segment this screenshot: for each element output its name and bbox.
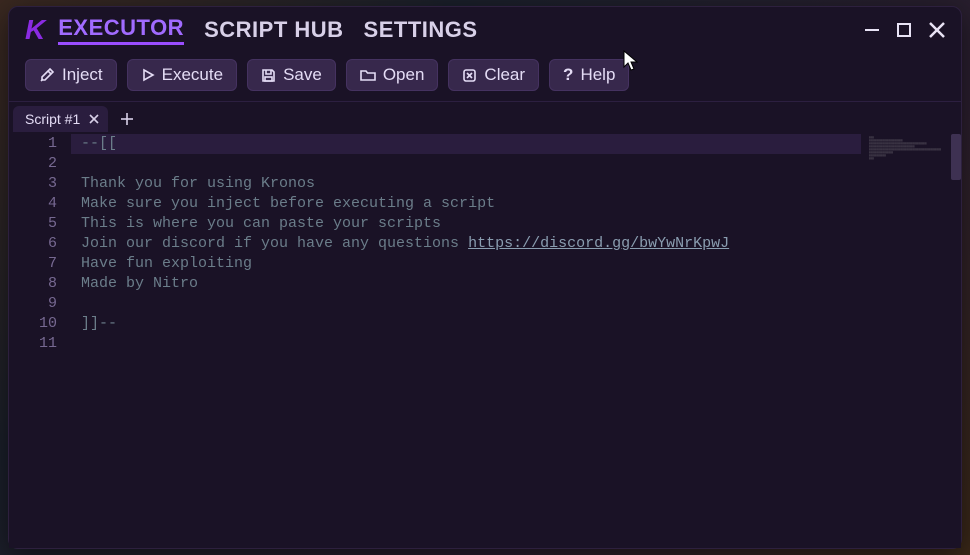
app-logo: K — [25, 14, 44, 46]
line-number: 2 — [9, 154, 57, 174]
code-line: Join our discord if you have any questio… — [71, 234, 961, 254]
tab-label: Script #1 — [25, 111, 80, 127]
execute-label: Execute — [162, 65, 223, 85]
plus-icon — [120, 112, 134, 126]
line-number: 4 — [9, 194, 57, 214]
discord-link[interactable]: https://discord.gg/bwYwNrKpwJ — [468, 235, 729, 252]
code-line: Make sure you inject before executing a … — [71, 194, 961, 214]
title-bar: K EXECUTOR SCRIPT HUB SETTINGS — [9, 7, 961, 53]
code-line — [71, 334, 961, 354]
window-controls — [863, 20, 947, 40]
save-label: Save — [283, 65, 322, 85]
code-line: Thank you for using Kronos — [71, 174, 961, 194]
save-button[interactable]: Save — [247, 59, 336, 91]
code-area[interactable]: --[[ Thank you for using Kronos Make sur… — [71, 134, 961, 548]
help-label: Help — [580, 65, 615, 85]
open-button[interactable]: Open — [346, 59, 439, 91]
clear-button[interactable]: Clear — [448, 59, 539, 91]
line-number: 11 — [9, 334, 57, 354]
help-button[interactable]: ? Help — [549, 59, 629, 91]
line-number: 9 — [9, 294, 57, 314]
play-icon — [141, 68, 155, 82]
maximize-icon — [895, 21, 913, 39]
app-window: K EXECUTOR SCRIPT HUB SETTINGS Inject Ex… — [8, 6, 962, 549]
line-number: 8 — [9, 274, 57, 294]
new-tab-button[interactable] — [112, 108, 142, 130]
line-gutter: 1 2 3 4 5 6 7 8 9 10 11 — [9, 134, 71, 548]
code-line: ]]-- — [71, 314, 961, 334]
nav-settings[interactable]: SETTINGS — [364, 17, 478, 43]
maximize-button[interactable] — [895, 21, 913, 39]
script-tabs: Script #1 — [9, 102, 961, 132]
line-number: 7 — [9, 254, 57, 274]
nav-script-hub[interactable]: SCRIPT HUB — [204, 17, 343, 43]
clear-icon — [462, 68, 477, 83]
nav-executor[interactable]: EXECUTOR — [58, 15, 184, 45]
code-line: Made by Nitro — [71, 274, 961, 294]
editor-scrollbar[interactable] — [951, 134, 961, 180]
help-icon: ? — [563, 65, 573, 85]
inject-icon — [39, 67, 55, 83]
line-number: 5 — [9, 214, 57, 234]
save-icon — [261, 68, 276, 83]
open-label: Open — [383, 65, 425, 85]
close-icon — [88, 113, 100, 125]
minimize-button[interactable] — [863, 21, 881, 39]
line-number: 3 — [9, 174, 57, 194]
clear-label: Clear — [484, 65, 525, 85]
toolbar: Inject Execute Save Open Clear ? Help — [9, 53, 961, 102]
minimize-icon — [863, 21, 881, 39]
execute-button[interactable]: Execute — [127, 59, 237, 91]
folder-icon — [360, 68, 376, 82]
nav-tabs: EXECUTOR SCRIPT HUB SETTINGS — [58, 15, 863, 45]
line-number: 1 — [9, 134, 57, 154]
code-editor[interactable]: 1 2 3 4 5 6 7 8 9 10 11 --[[ Thank you f… — [9, 132, 961, 548]
code-line: --[[ — [71, 134, 861, 154]
inject-button[interactable]: Inject — [25, 59, 117, 91]
code-line — [71, 154, 961, 174]
line-number: 10 — [9, 314, 57, 334]
tab-close-button[interactable] — [88, 113, 100, 125]
code-line: Have fun exploiting — [71, 254, 961, 274]
inject-label: Inject — [62, 65, 103, 85]
line-number: 6 — [9, 234, 57, 254]
close-button[interactable] — [927, 20, 947, 40]
tab-script-1[interactable]: Script #1 — [13, 106, 108, 132]
code-line — [71, 294, 961, 314]
close-icon — [927, 20, 947, 40]
code-line: This is where you can paste your scripts — [71, 214, 961, 234]
